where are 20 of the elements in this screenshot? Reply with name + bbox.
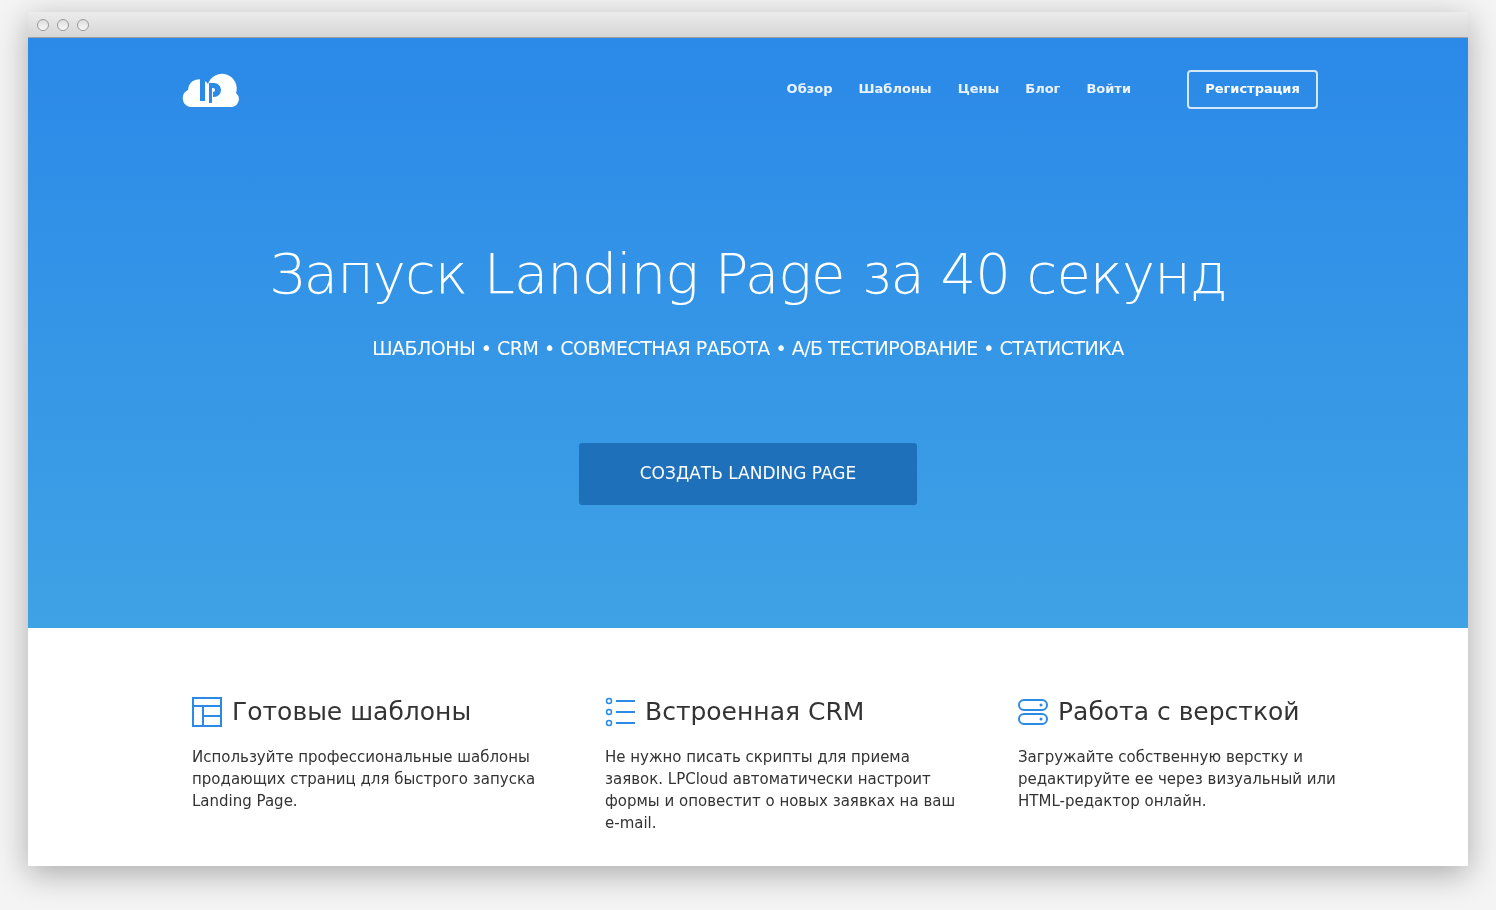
feature-title: Встроенная CRM (645, 696, 865, 729)
window-control[interactable] (57, 18, 69, 31)
nav-link[interactable]: Войти (1086, 79, 1131, 99)
nav-link[interactable]: Шаблоны (858, 79, 932, 99)
register-button[interactable]: Регистрация (1187, 69, 1318, 109)
nav-link[interactable]: Блог (1025, 79, 1061, 99)
feature-description: Не нужно писать скрипты для приема заявок. LPCloud автоматически настроит формы и оповестит о новых заявках на ваш e-mail. (605, 747, 957, 834)
feature-title: Работа с версткой (1058, 696, 1300, 729)
feature-title: Готовые шаблоны (232, 696, 472, 729)
nav-link[interactable]: Обзор (786, 79, 833, 99)
nav-link[interactable]: Цены (957, 79, 1000, 99)
hero-subtitle: ШАБЛОНЫ • CRM • СОВМЕСТНАЯ РАБОТА • А/Б ТЕСТИРОВАНИЕ • СТАТИСТИКА (371, 336, 1125, 361)
server-icon (1018, 699, 1048, 725)
table-icon (192, 697, 222, 727)
feature-description: Загружайте собственную верстку и редактируйте ее через визуальный или HTML-редактор онлайн. (1018, 747, 1337, 812)
list-icon (605, 697, 635, 727)
window-control[interactable] (77, 18, 89, 31)
window-control[interactable] (37, 18, 49, 31)
create-landing-button[interactable]: СОЗДАТЬ LANDING PAGE (579, 442, 917, 505)
feature-description: Используйте профессиональные шаблоны продающих страниц для быстрого запуска Landing Page. (192, 747, 537, 812)
